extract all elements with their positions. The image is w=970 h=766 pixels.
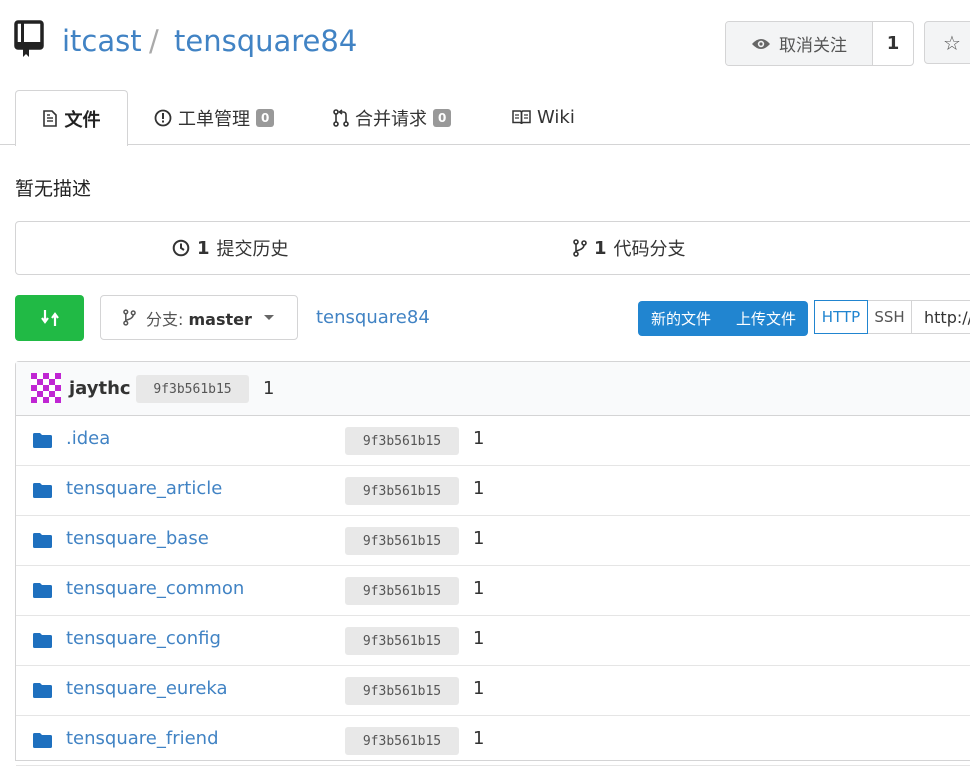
- folder-icon: [33, 633, 52, 648]
- pull-requests-count-badge: 0: [433, 108, 452, 127]
- branch-icon: [573, 239, 587, 257]
- commits-stat-link[interactable]: 1 提交历史: [172, 222, 289, 274]
- commit-author[interactable]: jaythc: [69, 378, 131, 399]
- file-commit-message: 1: [473, 478, 485, 499]
- issue-icon: [154, 109, 172, 126]
- file-row: tensquare_base 9f3b561b15 1: [16, 516, 970, 566]
- tab-issues[interactable]: 工单管理 0: [154, 90, 275, 145]
- branch-prefix: 分支:: [146, 309, 184, 329]
- tab-wiki-label: Wiki: [537, 107, 575, 128]
- file-commit-sha[interactable]: 9f3b561b15: [345, 577, 459, 605]
- repo-description: 暂无描述: [15, 178, 92, 200]
- clone-http-button[interactable]: HTTP: [814, 300, 868, 334]
- tab-wiki[interactable]: Wiki: [512, 90, 575, 145]
- file-row: tensquare_eureka 9f3b561b15 1: [16, 666, 970, 716]
- repo-icon: [14, 20, 44, 57]
- watch-count[interactable]: 1: [873, 22, 913, 65]
- file-commit-message: 1: [473, 678, 485, 699]
- file-name-link[interactable]: tensquare_friend: [66, 728, 219, 749]
- file-table: jaythc 9f3b561b15 1 .idea 9f3b561b15 1 tens…: [15, 361, 970, 766]
- repo-stats-bar: 1 提交历史 1 代码分支: [15, 221, 970, 275]
- path-separator: /: [149, 24, 159, 58]
- file-commit-sha[interactable]: 9f3b561b15: [345, 727, 459, 755]
- unwatch-label: 取消关注: [779, 36, 847, 56]
- current-branch: master: [188, 309, 252, 329]
- folder-icon: [33, 433, 52, 448]
- star-icon: ☆: [943, 30, 961, 55]
- book-icon: [512, 110, 531, 125]
- tab-bar-line: [0, 144, 970, 145]
- folder-icon: [33, 583, 52, 598]
- chevron-down-icon: [263, 315, 274, 320]
- tab-issues-label: 工单管理: [178, 108, 250, 130]
- upload-file-button[interactable]: 上传文件: [724, 301, 808, 336]
- file-commit-sha[interactable]: 9f3b561b15: [345, 627, 459, 655]
- branches-stat-link[interactable]: 1 代码分支: [573, 222, 686, 274]
- file-name-link[interactable]: tensquare_common: [66, 578, 244, 599]
- issues-count-badge: 0: [256, 108, 275, 127]
- file-row: .idea 9f3b561b15 1: [16, 416, 970, 466]
- tab-files-label: 文件: [64, 109, 101, 131]
- folder-icon: [33, 483, 52, 498]
- branch-icon: [123, 309, 136, 326]
- file-actions-group: 新的文件 上传文件: [638, 301, 808, 336]
- file-row: tensquare_friend 9f3b561b15 1: [16, 716, 970, 766]
- branches-count: 1: [594, 237, 607, 259]
- commits-count: 1: [197, 237, 210, 259]
- folder-icon: [33, 683, 52, 698]
- pull-request-icon: [333, 108, 349, 127]
- repo-name-link[interactable]: tensquare84: [174, 24, 357, 58]
- watch-group: 取消关注 1: [725, 21, 914, 66]
- file-name-link[interactable]: tensquare_eureka: [66, 678, 228, 699]
- folder-icon: [33, 733, 52, 748]
- tab-files[interactable]: 文件: [15, 90, 128, 146]
- avatar: [31, 373, 61, 403]
- file-name-link[interactable]: .idea: [66, 428, 110, 449]
- star-button[interactable]: ☆: [924, 21, 970, 64]
- unwatch-button[interactable]: 取消关注: [726, 22, 873, 65]
- commit-message: 1: [263, 378, 275, 399]
- file-row: tensquare_config 9f3b561b15 1: [16, 616, 970, 666]
- file-text-icon: [42, 110, 57, 127]
- file-commit-message: 1: [473, 578, 485, 599]
- file-commit-sha[interactable]: 9f3b561b15: [345, 677, 459, 705]
- breadcrumb-repo-link[interactable]: tensquare84: [316, 307, 430, 328]
- clone-url-input[interactable]: http://: [912, 300, 970, 334]
- commits-label: 提交历史: [216, 239, 289, 260]
- repo-owner-link[interactable]: itcast: [62, 24, 142, 58]
- file-commit-sha[interactable]: 9f3b561b15: [345, 427, 459, 455]
- file-commit-sha[interactable]: 9f3b561b15: [345, 477, 459, 505]
- branch-dropdown[interactable]: 分支: master: [100, 295, 298, 340]
- compare-icon: [40, 310, 59, 326]
- history-icon: [172, 239, 190, 257]
- file-commit-message: 1: [473, 628, 485, 649]
- tab-pull-requests[interactable]: 合并请求 0: [333, 90, 452, 145]
- latest-commit-row: jaythc 9f3b561b15 1: [16, 362, 970, 416]
- commit-sha[interactable]: 9f3b561b15: [136, 375, 249, 403]
- clone-ssh-button[interactable]: SSH: [868, 300, 912, 334]
- file-name-link[interactable]: tensquare_base: [66, 528, 209, 549]
- file-name-link[interactable]: tensquare_config: [66, 628, 221, 649]
- file-commit-sha[interactable]: 9f3b561b15: [345, 527, 459, 555]
- eye-icon: [752, 38, 770, 49]
- file-name-link[interactable]: tensquare_article: [66, 478, 222, 499]
- compare-button[interactable]: [15, 295, 84, 341]
- file-commit-message: 1: [473, 528, 485, 549]
- folder-icon: [33, 533, 52, 548]
- tab-pull-requests-label: 合并请求: [355, 108, 427, 130]
- file-row: tensquare_article 9f3b561b15 1: [16, 466, 970, 516]
- file-commit-message: 1: [473, 428, 485, 449]
- new-file-button[interactable]: 新的文件: [638, 301, 724, 336]
- file-row: tensquare_common 9f3b561b15 1: [16, 566, 970, 616]
- file-commit-message: 1: [473, 728, 485, 749]
- branches-label: 代码分支: [613, 239, 686, 260]
